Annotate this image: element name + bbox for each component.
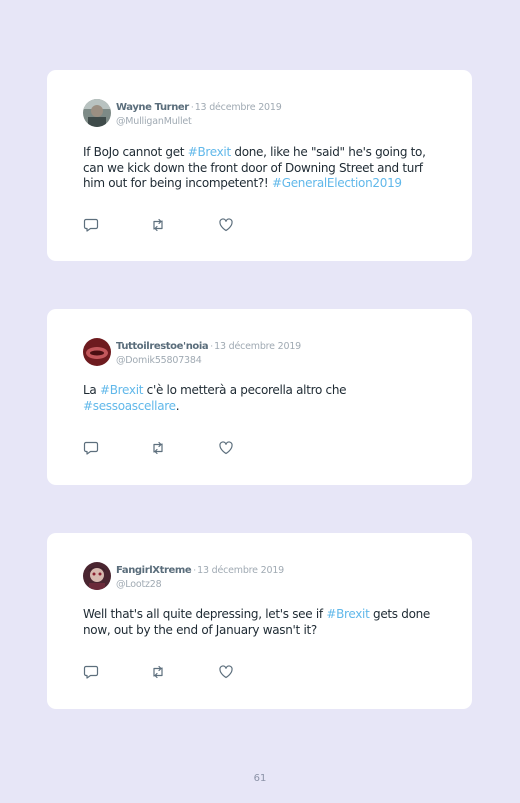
author-handle[interactable]: @MulliganMullet xyxy=(116,115,282,128)
tweet-text-segment: c'è lo metterà a pecorella altro che xyxy=(143,383,347,397)
tweet-actions xyxy=(83,217,243,233)
tweet-text: If BoJo cannot get #Brexit done, like he… xyxy=(83,145,443,192)
tweet-text-segment: . xyxy=(175,398,180,413)
tweet-actions xyxy=(83,664,243,680)
author-name[interactable]: Tuttoilrestoe'noia xyxy=(116,341,209,352)
tweet-meta: Tuttoilrestoe'noia ·13 décembre 2019 @Dom… xyxy=(116,337,301,367)
tweet-header: FangirlXtreme ·13 décembre 2019 @Lootz28 xyxy=(83,561,284,591)
avatar[interactable] xyxy=(83,562,111,590)
author-name[interactable]: Wayne Turner xyxy=(116,102,189,113)
hashtag-link[interactable]: #Brexit xyxy=(188,145,231,159)
author-handle[interactable]: @Domik55807384 xyxy=(116,354,301,367)
tweet-header: Tuttoilrestoe'noia ·13 décembre 2019 @Dom… xyxy=(83,337,301,367)
tweet-meta: Wayne Turner ·13 décembre 2019 @MulliganM… xyxy=(116,98,282,128)
retweet-icon[interactable] xyxy=(150,217,166,233)
tweet-header: Wayne Turner ·13 décembre 2019 @MulliganM… xyxy=(83,98,282,128)
reply-icon[interactable] xyxy=(83,664,99,680)
tweet-card: Tuttoilrestoe'noia ·13 décembre 2019 @Dom… xyxy=(47,309,472,485)
tweet-text-segment: La xyxy=(83,383,100,397)
retweet-icon[interactable] xyxy=(150,440,166,456)
hashtag-link[interactable]: #GeneralElection2019 xyxy=(272,176,402,190)
separator: · xyxy=(193,566,197,576)
separator: · xyxy=(210,342,214,352)
hashtag-link[interactable]: #Brexit xyxy=(326,607,369,621)
reply-icon[interactable] xyxy=(83,440,99,456)
like-icon[interactable] xyxy=(218,217,234,233)
tweet-text: La #Brexit c'è lo metterà a pecorella al… xyxy=(83,383,443,414)
author-name[interactable]: FangirlXtreme xyxy=(116,565,192,576)
hashtag-link[interactable]: #Brexit xyxy=(100,383,143,397)
hashtag-link[interactable]: #sessoascellare xyxy=(83,399,176,413)
tweet-date[interactable]: 13 décembre 2019 xyxy=(214,341,301,352)
tweet-actions xyxy=(83,440,243,456)
retweet-icon[interactable] xyxy=(150,664,166,680)
tweet-date[interactable]: 13 décembre 2019 xyxy=(197,565,284,576)
like-icon[interactable] xyxy=(218,664,234,680)
tweet-text-segment: Well that's all quite depressing, let's … xyxy=(83,607,327,621)
like-icon[interactable] xyxy=(218,440,234,456)
tweet-date[interactable]: 13 décembre 2019 xyxy=(195,102,282,113)
avatar[interactable] xyxy=(83,338,111,366)
tweet-card: Wayne Turner ·13 décembre 2019 @MulliganM… xyxy=(47,70,472,261)
avatar[interactable] xyxy=(83,99,111,127)
author-handle[interactable]: @Lootz28 xyxy=(116,578,284,591)
reply-icon[interactable] xyxy=(83,217,99,233)
tweet-text-segment: If BoJo cannot get xyxy=(83,145,188,159)
separator: · xyxy=(190,103,194,113)
tweet-card: FangirlXtreme ·13 décembre 2019 @Lootz28 … xyxy=(47,533,472,709)
tweet-text: Well that's all quite depressing, let's … xyxy=(83,607,443,638)
tweet-meta: FangirlXtreme ·13 décembre 2019 @Lootz28 xyxy=(116,561,284,591)
page-number: 61 xyxy=(253,773,267,784)
